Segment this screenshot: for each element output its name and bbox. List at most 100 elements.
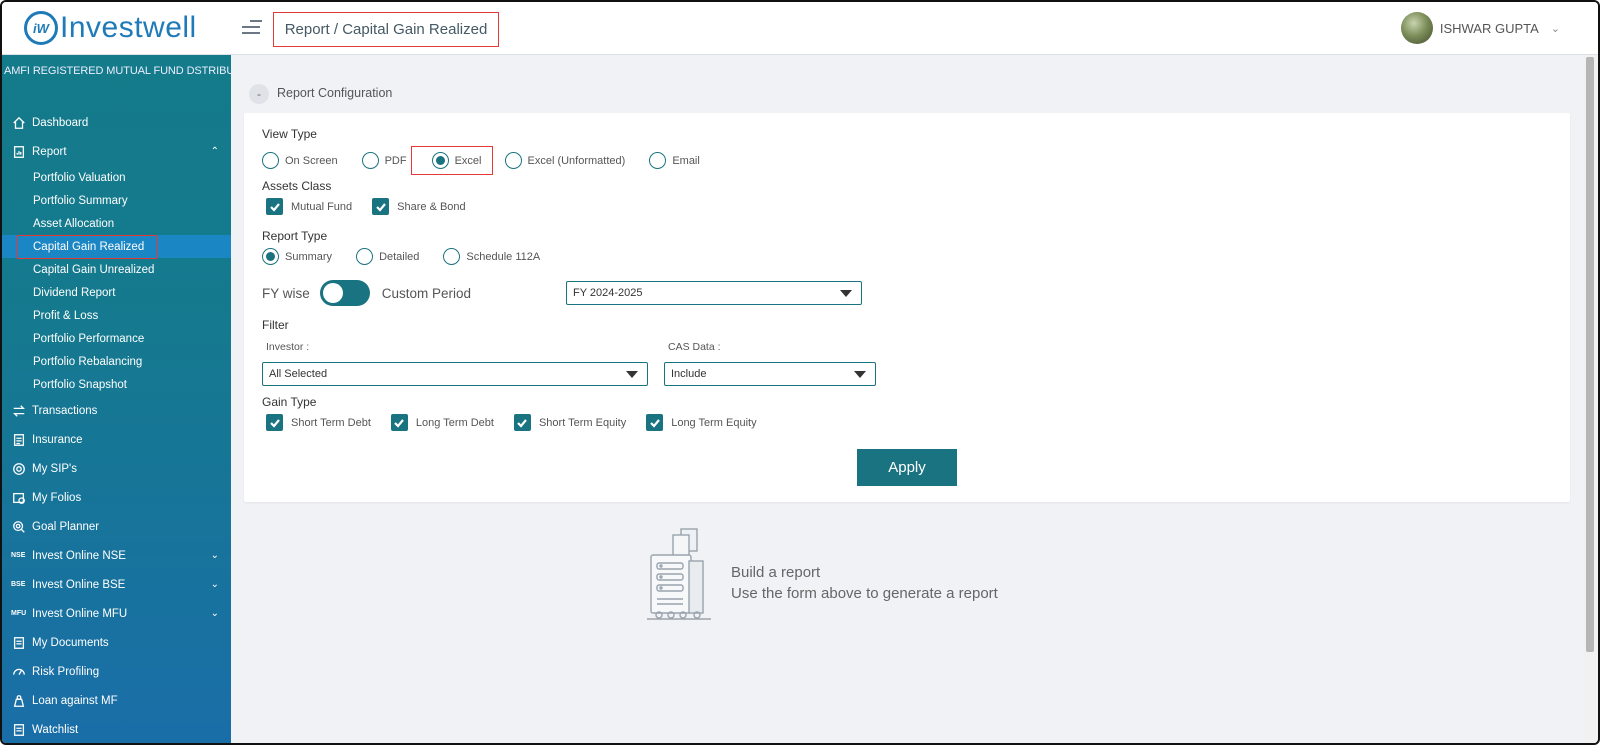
sidebar-sub-portfolio-summary[interactable]: Portfolio Summary	[2, 189, 231, 212]
report-type-schedule-112a[interactable]: Schedule 112A	[443, 248, 540, 265]
checkbox-checked[interactable]	[266, 198, 283, 215]
view-type-excel-unformatted[interactable]: Excel (Unformatted)	[504, 152, 626, 169]
view-type-pdf[interactable]: PDF	[361, 152, 407, 169]
vertical-scrollbar[interactable]	[1584, 55, 1596, 743]
scrollbar-thumb[interactable]	[1586, 57, 1594, 652]
fy-select[interactable]: FY 2024-2025	[566, 281, 862, 305]
loan-icon	[11, 693, 27, 709]
sidebar-item-transactions[interactable]: Transactions	[2, 396, 231, 425]
sidebar-item-invest-bse[interactable]: BSE Invest Online BSE ⌄	[2, 570, 231, 599]
sidebar-sub-asset-allocation[interactable]: Asset Allocation	[2, 212, 231, 235]
sidebar-item-loan-against-mf[interactable]: Loan against MF	[2, 686, 231, 715]
empty-state-subtitle: Use the form above to generate a report	[731, 585, 998, 602]
option-label: Schedule 112A	[466, 250, 541, 263]
avatar	[1400, 12, 1433, 44]
radio-button[interactable]	[262, 152, 279, 169]
checkbox-checked[interactable]	[266, 414, 283, 431]
sidebar-item-invest-mfu[interactable]: MFU Invest Online MFU ⌄	[2, 599, 231, 628]
checkbox-checked[interactable]	[513, 414, 531, 431]
option-label: Excel (Unformatted)	[527, 154, 626, 167]
apply-button[interactable]: Apply	[857, 449, 957, 486]
sidebar-item-dashboard[interactable]: Dashboard	[2, 108, 231, 137]
period-toggle-row: FY wise Custom Period	[262, 280, 471, 306]
chevron-down-icon: ⌄	[210, 550, 219, 561]
sidebar-item-invest-nse[interactable]: NSE Invest Online NSE ⌄	[2, 541, 231, 570]
radio-button[interactable]	[361, 152, 379, 169]
view-type-on-screen[interactable]: On Screen	[262, 152, 338, 169]
radio-button[interactable]	[356, 248, 374, 265]
cas-data-select[interactable]: Include	[664, 362, 876, 386]
radio-button[interactable]	[649, 152, 667, 169]
document-icon	[11, 722, 27, 738]
sidebar-sub-profit-loss[interactable]: Profit & Loss	[2, 304, 231, 327]
menu-toggle-icon[interactable]	[242, 20, 262, 38]
checkbox-checked[interactable]	[390, 414, 408, 431]
gain-type-options: Short Term Debt Long Term Debt Short Ter…	[266, 414, 757, 431]
sidebar-item-label: Watchlist	[32, 723, 79, 736]
sidebar-sub-capital-gain-realized[interactable]: Capital Gain Realized	[2, 234, 231, 259]
sidebar-item-label: Invest Online MFU	[32, 607, 128, 620]
report-config-card: View Type On Screen PDF Excel Excel (Unf…	[244, 113, 1570, 502]
sidebar-sub-portfolio-snapshot[interactable]: Portfolio Snapshot	[2, 373, 231, 396]
option-label: Excel	[454, 154, 482, 167]
checkbox-checked[interactable]	[646, 414, 664, 431]
option-label: Long Term Debt	[415, 416, 494, 429]
sidebar-item-label: Insurance	[32, 433, 83, 446]
sidebar-sub-capital-gain-unrealized[interactable]: Capital Gain Unrealized	[2, 258, 231, 281]
sidebar-item-report[interactable]: Report ⌃	[2, 137, 231, 166]
document-icon	[11, 432, 27, 448]
gain-type-title: Gain Type	[262, 395, 317, 409]
sidebar-sub-dividend-report[interactable]: Dividend Report	[2, 281, 231, 304]
empty-state-title: Build a report	[731, 564, 821, 581]
sidebar-sub-portfolio-valuation[interactable]: Portfolio Valuation	[2, 166, 231, 189]
collapse-config-button[interactable]: -	[249, 84, 269, 104]
investor-select[interactable]: All Selected	[262, 362, 648, 386]
radio-button-selected[interactable]	[262, 248, 279, 265]
sidebar-item-label: Invest Online BSE	[32, 578, 126, 591]
sidebar-sub-portfolio-rebalancing[interactable]: Portfolio Rebalancing	[2, 350, 231, 373]
breadcrumb: Report / Capital Gain Realized	[273, 12, 499, 47]
radio-button-selected[interactable]	[431, 152, 449, 169]
fy-select-value: FY 2024-2025	[573, 287, 643, 299]
option-label: PDF	[384, 154, 407, 167]
chevron-down-icon: ⌄	[210, 579, 219, 590]
bse-icon: BSE	[11, 581, 26, 588]
option-label: Summary	[285, 250, 333, 263]
user-menu[interactable]: ISHWAR GUPTA ⌄	[1400, 12, 1560, 44]
report-configuration-title: Report Configuration	[277, 86, 393, 100]
radio-button[interactable]	[443, 248, 461, 265]
checkbox-checked[interactable]	[372, 198, 390, 215]
option-label: Mutual Fund	[291, 200, 353, 213]
period-toggle-switch[interactable]	[319, 280, 370, 306]
option-label: On Screen	[285, 154, 338, 167]
view-type-email[interactable]: Email	[649, 152, 700, 169]
asset-share-bond[interactable]: Share & Bond	[372, 198, 466, 215]
option-label: Short Term Debt	[291, 416, 371, 429]
sidebar-item-risk-profiling[interactable]: Risk Profiling	[2, 657, 231, 686]
gain-long-term-debt[interactable]: Long Term Debt	[390, 414, 494, 431]
radio-button[interactable]	[504, 152, 522, 169]
report-type-detailed[interactable]: Detailed	[356, 248, 419, 265]
report-type-summary[interactable]: Summary	[262, 248, 332, 265]
asset-mutual-fund[interactable]: Mutual Fund	[266, 198, 352, 215]
option-label: Share & Bond	[397, 200, 466, 213]
investor-select-value: All Selected	[269, 368, 328, 380]
logo[interactable]: iW Investwell	[24, 11, 197, 45]
home-icon	[11, 115, 27, 131]
gain-short-term-equity[interactable]: Short Term Equity	[513, 414, 626, 431]
sidebar-item-my-documents[interactable]: My Documents	[2, 628, 231, 657]
sidebar-item-my-folios[interactable]: My Folios	[2, 483, 231, 512]
sidebar-item-my-sips[interactable]: My SIP's	[2, 454, 231, 483]
sidebar-item-watchlist[interactable]: Watchlist	[2, 715, 231, 743]
view-type-excel[interactable]: Excel	[410, 146, 493, 175]
sidebar-sub-label: Capital Gain Realized	[17, 234, 158, 259]
sidebar-item-label: Transactions	[32, 404, 98, 417]
sidebar-item-label: My Folios	[32, 491, 82, 504]
report-type-options: Summary Detailed Schedule 112A	[262, 248, 540, 265]
sidebar-item-goal-planner[interactable]: Goal Planner	[2, 512, 231, 541]
gain-long-term-equity[interactable]: Long Term Equity	[646, 414, 757, 431]
option-label: Email	[672, 154, 700, 167]
gain-short-term-debt[interactable]: Short Term Debt	[266, 414, 371, 431]
sidebar-item-insurance[interactable]: Insurance	[2, 425, 231, 454]
sidebar-sub-portfolio-performance[interactable]: Portfolio Performance	[2, 327, 231, 350]
